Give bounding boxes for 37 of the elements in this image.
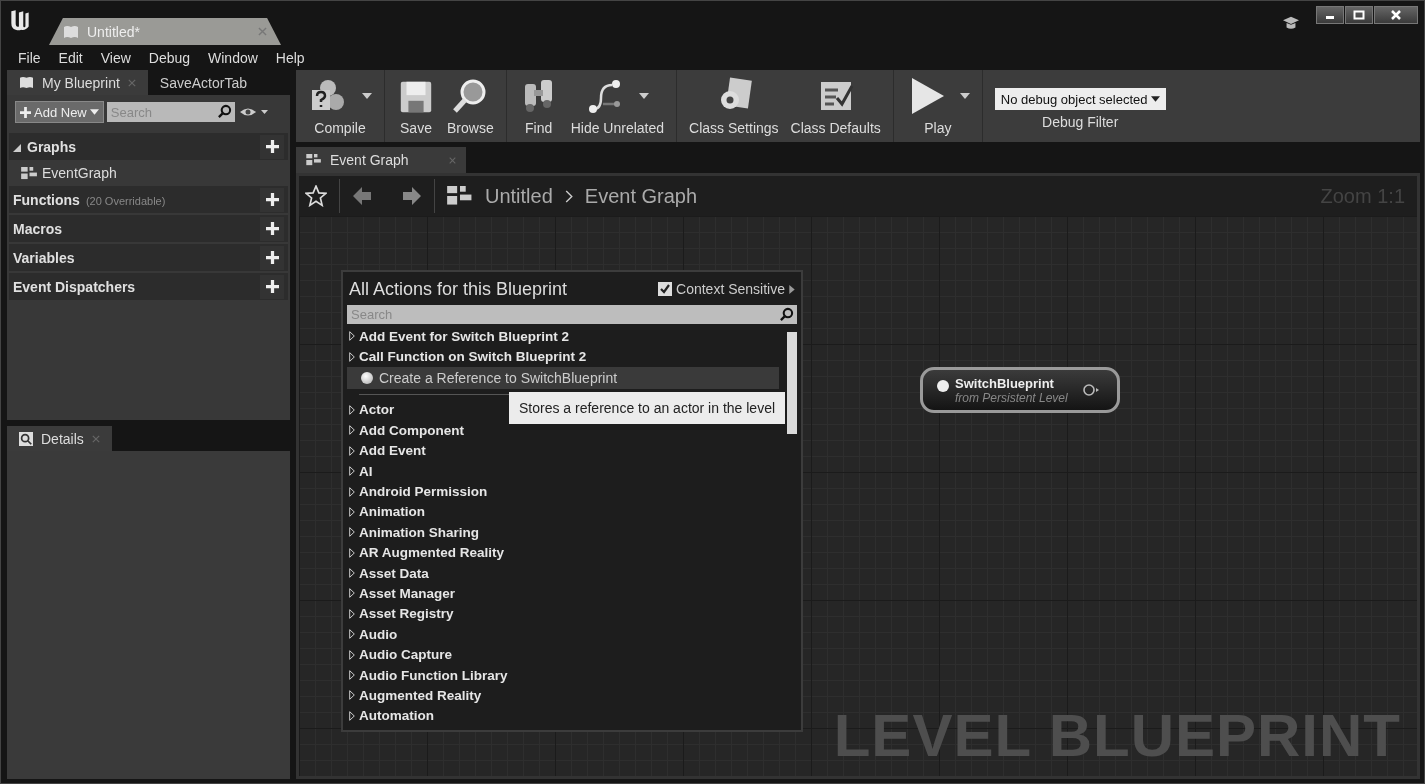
category-label: Animation Sharing: [359, 524, 479, 540]
node-subtitle: from Persistent Level: [955, 390, 1069, 405]
category-label: Augmented Reality: [359, 687, 482, 703]
graph-label: EventGraph: [42, 165, 117, 181]
node-title: SwitchBlueprint: [955, 375, 1055, 391]
category-label: Call Function on Switch Blueprint 2: [359, 349, 587, 365]
debug-filter-label: Debug Filter: [1042, 114, 1119, 130]
category-label: Macros: [13, 220, 63, 237]
category-label: Audio: [359, 626, 398, 642]
category-label: AR Augmented Reality: [359, 545, 505, 561]
category-label: Audio Function Library: [359, 667, 508, 683]
category-label: Asset Registry: [359, 606, 454, 622]
category-label: Asset Manager: [359, 585, 456, 601]
tab-label: SaveActorTab: [159, 74, 247, 91]
category-label: Add Event for Switch Blueprint 2: [359, 328, 569, 344]
tab-label: My Blueprint: [42, 74, 120, 91]
category-label: AI: [359, 463, 373, 479]
tooltip: Stores a reference to an actor in the level: [509, 391, 786, 424]
category-label: Functions: [13, 191, 80, 208]
category-label: Event Dispatchers: [13, 278, 136, 295]
category-label: Add Event: [359, 443, 426, 459]
category-label: Variables: [13, 249, 75, 266]
category-label: Android Permission: [359, 484, 488, 499]
category-note: (20 Overridable): [85, 194, 166, 207]
document-title: Untitled*: [87, 23, 141, 40]
checkbox-label: Context Sensitive: [676, 281, 785, 298]
category-label: Animation: [359, 504, 425, 520]
tab-label: Event Graph: [330, 152, 410, 168]
category-label: Automation: [359, 708, 434, 724]
menu-title: All Actions for this Blueprint: [349, 279, 568, 300]
category-label: Add Component: [359, 422, 464, 438]
category-label: Graphs: [27, 138, 76, 155]
category-label: Audio Capture: [359, 647, 452, 663]
action-label: Create a Reference to SwitchBlueprint: [379, 369, 618, 386]
tab-label: Details: [41, 430, 84, 447]
category-label: Asset Data: [359, 565, 429, 581]
category-label: Actor: [359, 402, 395, 418]
